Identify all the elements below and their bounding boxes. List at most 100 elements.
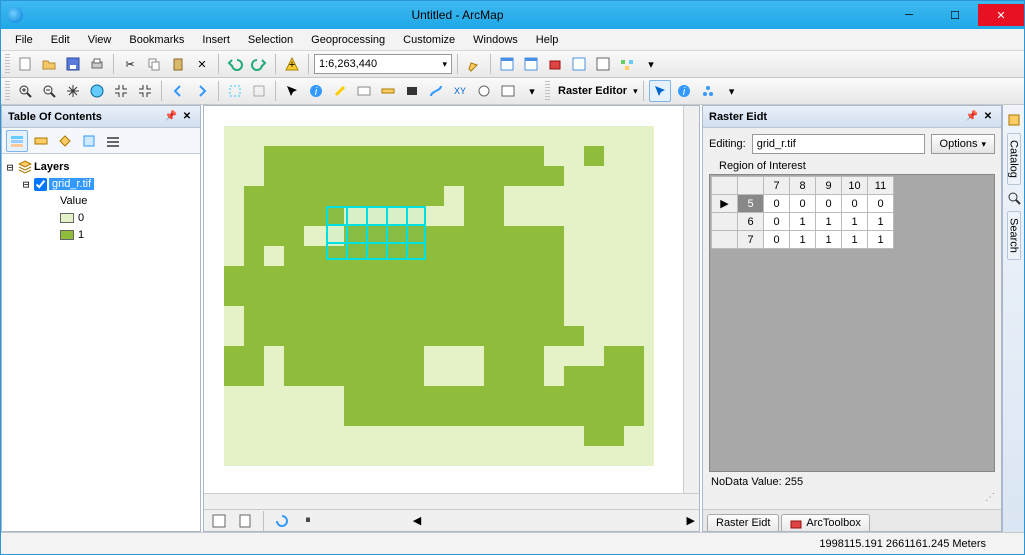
cell[interactable]: 1 — [790, 231, 816, 249]
toolbar-overflow[interactable]: ▾ — [521, 80, 543, 102]
row-header[interactable]: 7 — [738, 231, 764, 249]
layer-visibility-checkbox[interactable] — [34, 178, 47, 191]
list-by-visibility-button[interactable] — [54, 130, 76, 152]
cell[interactable]: 1 — [790, 213, 816, 231]
cell[interactable]: 0 — [764, 195, 790, 213]
maximize-button[interactable]: ☐ — [932, 4, 978, 26]
col-header[interactable]: 10 — [842, 177, 868, 195]
open-button[interactable] — [38, 53, 60, 75]
row-header[interactable]: 6 — [738, 213, 764, 231]
col-header[interactable]: 8 — [790, 177, 816, 195]
list-by-source-button[interactable] — [30, 130, 52, 152]
fixed-zoom-in-button[interactable] — [110, 80, 132, 102]
close-button[interactable]: ✕ — [978, 4, 1024, 26]
catalog-window-button[interactable] — [496, 53, 518, 75]
save-button[interactable] — [62, 53, 84, 75]
identify-button[interactable]: i — [305, 80, 327, 102]
tab-arctoolbox[interactable]: ArcToolbox — [781, 514, 869, 531]
row-selector[interactable] — [712, 213, 738, 231]
pin-icon[interactable]: 📌 — [965, 110, 979, 124]
tab-raster-edit[interactable]: Raster Eidt — [707, 514, 779, 531]
side-tab-catalog[interactable]: Catalog — [1007, 133, 1021, 185]
raster-settings-button[interactable] — [697, 80, 719, 102]
find-route-button[interactable] — [425, 80, 447, 102]
cell[interactable]: 1 — [868, 213, 894, 231]
map-canvas[interactable] — [204, 106, 683, 493]
layer-item[interactable]: ⊟ grid_r.tif — [4, 176, 198, 192]
layer-name[interactable]: grid_r.tif — [49, 178, 94, 190]
side-tab-search[interactable]: Search — [1007, 211, 1021, 260]
layout-view-button[interactable] — [234, 510, 256, 532]
cell[interactable]: 1 — [868, 231, 894, 249]
cell[interactable]: 0 — [842, 195, 868, 213]
find-button[interactable] — [401, 80, 423, 102]
cell[interactable]: 1 — [842, 213, 868, 231]
row-selector[interactable] — [712, 231, 738, 249]
menu-bookmarks[interactable]: Bookmarks — [121, 32, 192, 48]
forward-button[interactable] — [191, 80, 213, 102]
measure-button[interactable] — [377, 80, 399, 102]
hyperlink-button[interactable] — [329, 80, 351, 102]
data-view-button[interactable] — [208, 510, 230, 532]
layers-root[interactable]: ⊟ Layers — [4, 159, 198, 175]
clear-selection-button[interactable] — [248, 80, 270, 102]
col-header[interactable]: 7 — [764, 177, 790, 195]
cell[interactable]: 0 — [868, 195, 894, 213]
row-selector[interactable]: ▶ — [712, 195, 738, 213]
delete-button[interactable]: ✕ — [191, 53, 213, 75]
resize-grip[interactable]: ⋰ — [709, 492, 995, 503]
results-window-button[interactable] — [616, 53, 638, 75]
new-button[interactable] — [14, 53, 36, 75]
pause-drawing-button[interactable]: ⏸ — [297, 510, 319, 532]
search-window-button[interactable] — [520, 53, 542, 75]
zoom-in-button[interactable] — [14, 80, 36, 102]
menu-customize[interactable]: Customize — [395, 32, 463, 48]
table-row[interactable]: ▶ 5 0 0 0 0 0 — [712, 195, 894, 213]
refresh-button[interactable] — [271, 510, 293, 532]
fixed-zoom-out-button[interactable] — [134, 80, 156, 102]
menu-windows[interactable]: Windows — [465, 32, 526, 48]
catalog-icon[interactable] — [1003, 109, 1025, 131]
chevron-down-icon[interactable]: ▾ — [442, 59, 447, 70]
python-window-button[interactable] — [568, 53, 590, 75]
menu-help[interactable]: Help — [528, 32, 567, 48]
toolbar-grip[interactable] — [5, 54, 10, 74]
menu-selection[interactable]: Selection — [240, 32, 301, 48]
redo-button[interactable] — [248, 53, 270, 75]
undo-button[interactable] — [224, 53, 246, 75]
select-features-button[interactable] — [224, 80, 246, 102]
goto-xy-button[interactable]: XY — [449, 80, 471, 102]
raster-editor-label[interactable]: Raster Editor — [554, 85, 631, 97]
cell[interactable]: 0 — [764, 231, 790, 249]
menu-file[interactable]: File — [7, 32, 41, 48]
options-button[interactable]: Options▾ — [931, 134, 995, 154]
add-data-button[interactable]: + — [281, 53, 303, 75]
toolbox-window-button[interactable] — [544, 53, 566, 75]
copy-button[interactable] — [143, 53, 165, 75]
toc-tree[interactable]: ⊟ Layers ⊟ grid_r.tif Value 0 — [2, 154, 200, 531]
cell[interactable]: 1 — [842, 231, 868, 249]
horizontal-scrollbar[interactable] — [204, 493, 699, 509]
toolbar-grip[interactable] — [5, 81, 10, 101]
col-header[interactable]: 11 — [868, 177, 894, 195]
select-elements-button[interactable] — [281, 80, 303, 102]
col-header[interactable]: 9 — [816, 177, 842, 195]
minimize-button[interactable]: ─ — [886, 4, 932, 26]
close-icon[interactable]: ✕ — [180, 110, 194, 124]
roi-selection[interactable] — [326, 206, 426, 260]
scroll-right-icon[interactable]: ▶ — [687, 514, 695, 527]
scroll-left-icon[interactable]: ◀ — [413, 514, 421, 527]
cell[interactable]: 0 — [764, 213, 790, 231]
menu-geoprocessing[interactable]: Geoprocessing — [303, 32, 393, 48]
menu-edit[interactable]: Edit — [43, 32, 78, 48]
print-button[interactable] — [86, 53, 108, 75]
pin-icon[interactable]: 📌 — [164, 110, 178, 124]
model-builder-button[interactable] — [592, 53, 614, 75]
vertical-scrollbar[interactable] — [683, 106, 699, 493]
toolbar-overflow[interactable]: ▾ — [640, 53, 662, 75]
menu-view[interactable]: View — [80, 32, 120, 48]
toolbar-overflow[interactable]: ▾ — [721, 80, 743, 102]
options-button[interactable] — [102, 130, 124, 152]
full-extent-button[interactable] — [86, 80, 108, 102]
toolbar-grip[interactable] — [545, 81, 550, 101]
